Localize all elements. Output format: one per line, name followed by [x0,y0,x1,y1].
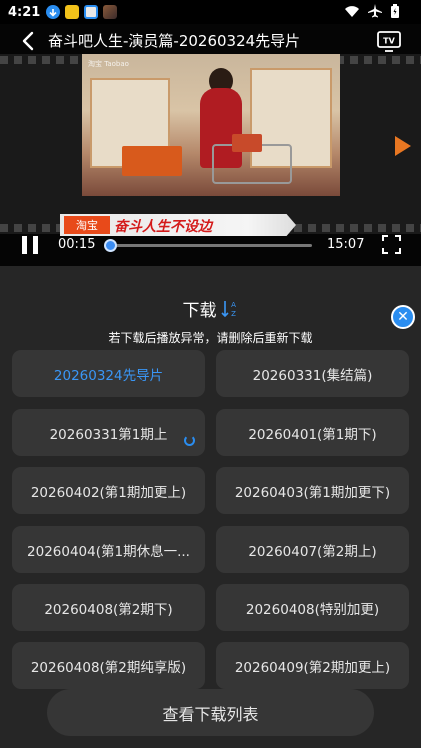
episode-label: 20260408(第2期下) [44,601,173,618]
video-title: 奋斗吧人生-演员篇-20260324先导片 [48,32,301,50]
episode-label: 20260324先导片 [53,367,164,384]
status-system-icons [345,4,399,18]
episode-item[interactable]: 20260331第1期上 [12,409,205,456]
episode-item[interactable]: 20260408(第2期纯享版) [12,642,205,689]
download-panel: 下载 AZ 若下载后播放异常，请删除后重新下载 ✕ 20260324先导片 20… [0,266,421,748]
fullscreen-icon[interactable] [382,235,401,254]
battery-icon [391,4,399,18]
episode-label: 20260407(第2期上) [248,543,377,560]
episode-label: 20260331(集结篇) [252,367,373,384]
wifi-icon [345,6,359,17]
episode-label: 20260404(第1期休息一... [27,543,190,560]
view-download-list-button[interactable]: 查看下载列表 [47,689,374,736]
episode-label: 20260331第1期上 [49,426,168,443]
episode-item[interactable]: 20260407(第2期上) [216,526,409,573]
downloading-spinner-icon [184,435,195,446]
episode-label: 20260409(第2期加更上) [234,659,391,676]
close-icon[interactable]: ✕ [391,305,415,329]
player-title-bar: 奋斗吧人生-演员篇-20260324先导片 TV [0,24,421,58]
current-time: 00:15 [58,237,96,252]
progress-bar[interactable] [103,239,312,252]
tv-cast-icon[interactable]: TV [376,29,402,53]
video-player[interactable]: 淘宝 Taobao 奋斗吧人生-演员篇-20260324先导片 TV 淘宝 奋斗… [0,24,421,266]
episode-label: 20260408(第2期纯享版) [30,659,187,676]
download-notif-icon [46,5,61,19]
svg-text:A: A [231,301,236,309]
progress-knob[interactable] [103,239,117,252]
panel-title-row: 下载 AZ [0,296,421,321]
episode-item[interactable]: 20260408(第2期下) [12,584,205,631]
status-bar: 4:21 [0,0,421,24]
total-time: 15:07 [327,237,365,252]
video-frame[interactable] [82,54,340,196]
sort-icon[interactable]: AZ [220,299,239,319]
episode-item[interactable]: 20260331(集结篇) [216,350,409,397]
back-icon[interactable] [18,30,40,52]
episode-item[interactable]: 20260401(第1期下) [216,409,409,456]
box-item [122,146,182,176]
panel-title: 下载 [182,301,217,321]
episode-item[interactable]: 20260403(第1期加更下) [216,467,409,514]
status-time: 4:21 [8,4,41,20]
airplane-icon [368,4,382,18]
episode-item[interactable]: 20260408(特别加更) [216,584,409,631]
lottery-notif-icon [65,5,80,19]
video-watermark: 淘宝 Taobao [88,60,129,68]
episode-item[interactable]: 20260402(第1期加更上) [12,467,205,514]
svg-text:Z: Z [231,310,236,318]
episode-item[interactable]: 20260404(第1期休息一... [12,526,205,573]
pause-icon[interactable] [22,236,38,254]
episode-label: 20260402(第1期加更上) [30,484,187,501]
screen: 4:21 淘宝 Taobao 奋斗吧人生-演员篇-20260324先导片 TV … [0,0,421,748]
app-notif-icon [84,5,99,19]
box-item [232,134,262,152]
episode-label: 20260401(第1期下) [248,426,377,443]
download-hint: 若下载后播放异常，请删除后重新下载 [108,331,313,345]
image-notif-icon [103,5,118,19]
next-episode-arrow-icon[interactable] [395,136,411,156]
episode-item[interactable]: 20260409(第2期加更上) [216,642,409,689]
svg-text:TV: TV [383,37,395,46]
player-controls: 00:15 15:07 [0,228,421,262]
episode-label: 20260408(特别加更) [245,601,380,618]
episode-item[interactable]: 20260324先导片 [12,350,205,397]
episode-label: 20260403(第1期加更下) [234,484,391,501]
